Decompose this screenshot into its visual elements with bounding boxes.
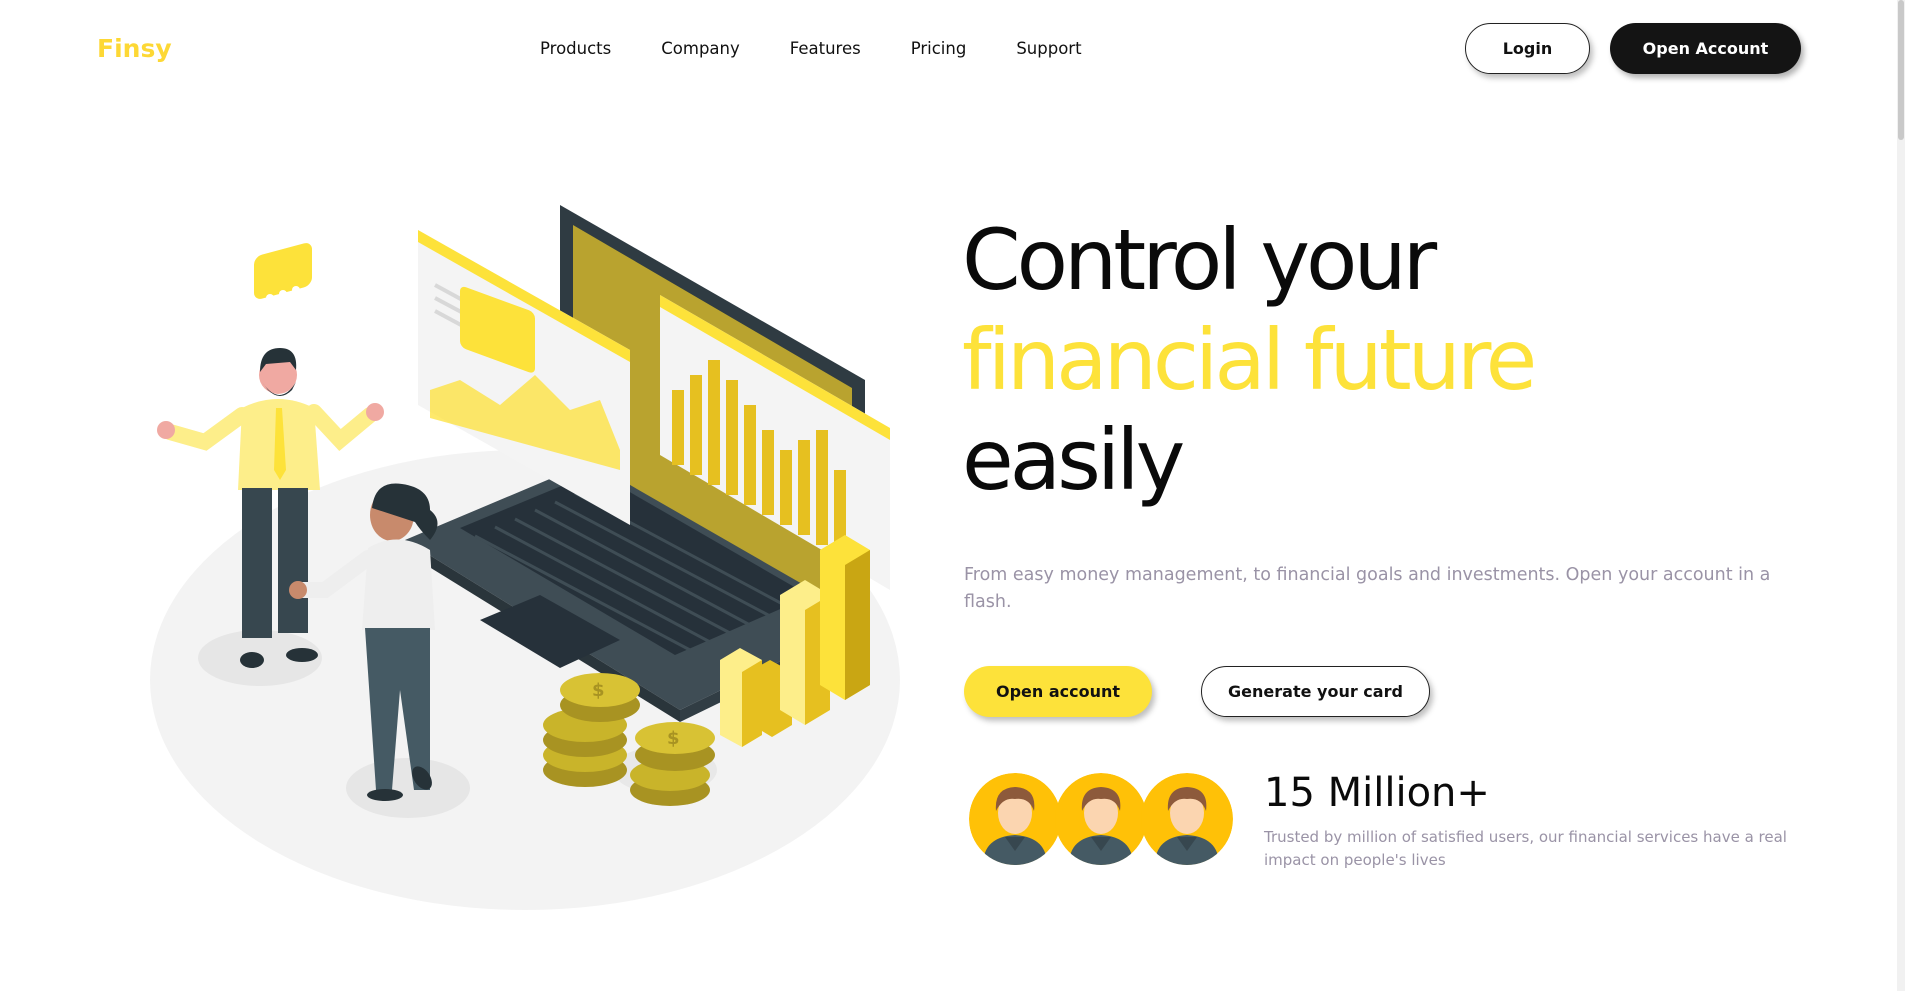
user-avatar-icon [1141, 773, 1233, 865]
user-avatar-icon [1055, 773, 1147, 865]
open-account-cta-button[interactable]: Open account [964, 666, 1152, 717]
hero-description: From easy money management, to financial… [964, 565, 1771, 612]
page: Finsy Products Company Features Pricing … [0, 0, 1905, 991]
user-count-description: Trusted by million of satisfied users, o… [1264, 828, 1787, 869]
hero-title-line-2: financial future [962, 311, 1537, 409]
avatar-group [969, 773, 1233, 865]
svg-text:$: $ [592, 680, 605, 701]
nav-link-company[interactable]: Company [661, 39, 740, 58]
user-count: 15 Million+ [1264, 770, 1490, 816]
scrollbar[interactable] [1897, 0, 1905, 991]
open-account-button[interactable]: Open Account [1610, 23, 1801, 74]
nav-link-support[interactable]: Support [1016, 39, 1081, 58]
main-nav: Products Company Features Pricing Suppor… [540, 39, 1082, 58]
nav-link-pricing[interactable]: Pricing [911, 39, 967, 58]
hero-title: Control your financial future easily [962, 210, 1537, 510]
generate-card-button[interactable]: Generate your card [1201, 666, 1430, 717]
hero-title-line-3: easily [962, 411, 1185, 509]
login-button[interactable]: Login [1465, 23, 1590, 74]
logo[interactable]: Finsy [97, 34, 172, 63]
upload-arrow-icon [490, 188, 520, 220]
nav-link-features[interactable]: Features [790, 39, 861, 58]
scrollbar-thumb[interactable] [1898, 0, 1904, 140]
hero-title-line-1: Control your [962, 211, 1437, 309]
user-avatar-icon [969, 773, 1061, 865]
nav-link-products[interactable]: Products [540, 39, 611, 58]
svg-text:$: $ [667, 728, 680, 749]
hero-illustration: $ $ [150, 188, 900, 910]
